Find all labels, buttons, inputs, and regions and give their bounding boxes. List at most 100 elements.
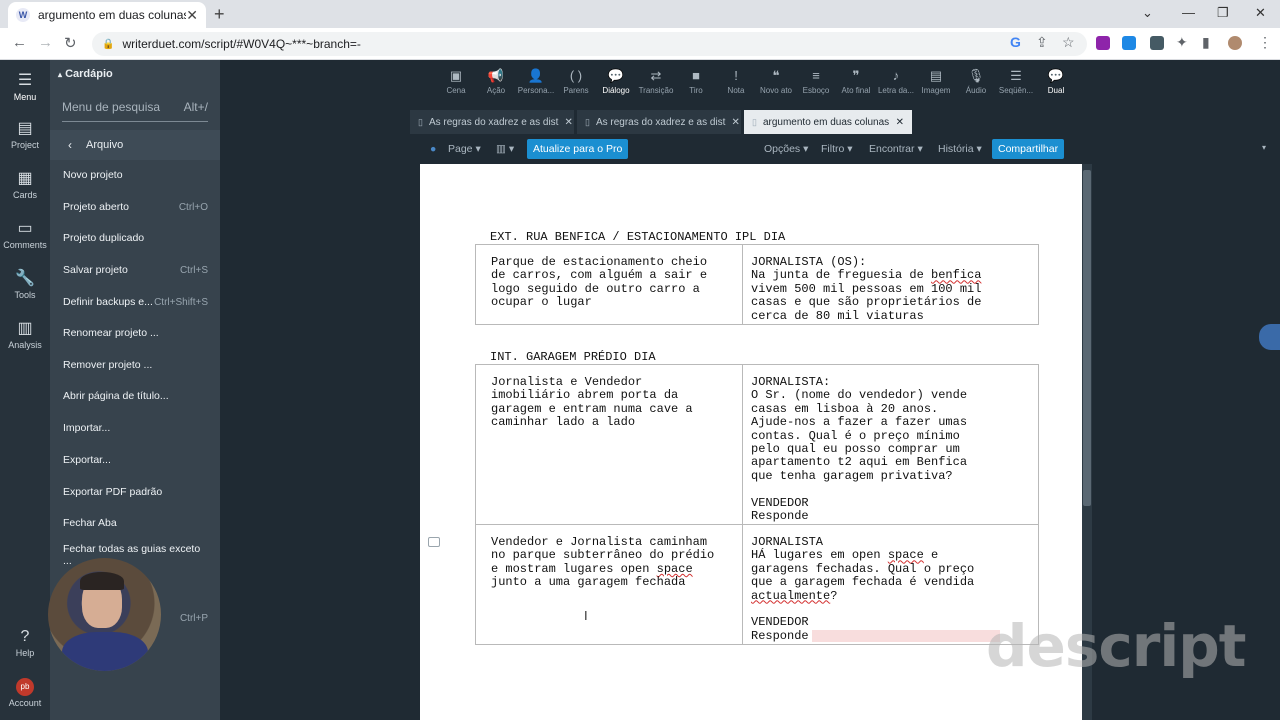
doc-tab[interactable]: ▯ As regras do xadrez e as dist ✕ [410,110,574,134]
upgrade-pro-button[interactable]: Atualize para o Pro [527,139,629,159]
presenter-hair [80,572,124,590]
rail-label: Analysis [8,340,42,350]
extension-icon[interactable] [1150,36,1164,50]
menu-item-label: Salvar projeto [63,264,128,276]
more-icon[interactable]: ⋮ [1258,34,1272,51]
menu-item[interactable]: Renomear projeto ... [50,319,220,347]
microphone-icon: 🎙 [967,68,985,83]
find-menu[interactable]: Encontrar ▾ [869,143,923,155]
forward-icon[interactable]: → [38,34,53,51]
rail-help[interactable]: ? Help [0,628,50,658]
menu-item[interactable]: Exportar... [50,446,220,474]
wrench-icon: 🔧 [15,270,35,287]
menu-item[interactable]: Novo projeto [50,161,220,189]
toolbar-imagem[interactable]: ▤ Imagem [916,68,956,95]
toolbar-cena[interactable]: ▣ Cena [436,68,476,95]
dialogue-cell[interactable]: JORNALISTA: O Sr. (nome do vendedor) ven… [742,364,1039,525]
columns-dropdown[interactable]: ▥ ▾ [496,143,514,155]
google-translate-icon[interactable]: G [1010,34,1021,50]
menu-header[interactable]: ▴ Cardápio [58,68,113,80]
history-menu[interactable]: História ▾ [938,143,982,155]
rail-cards[interactable]: ▦ Cards [0,168,50,200]
action-text: junto a uma garagem fechada [491,575,686,590]
action-cell[interactable]: Vendedor e Jornalista caminham no parque… [475,524,743,645]
toolbar-sequencia[interactable]: ☰ Seqüên... [996,68,1036,95]
extension-icon[interactable] [1122,36,1136,50]
browser-tab[interactable]: W argumento em duas colunas ✕ [8,2,206,28]
toolbar-esboco[interactable]: ≡ Esboço [796,68,836,95]
doc-tab[interactable]: ▯ As regras do xadrez e as dist ✕ [577,110,741,134]
toolbar-acao[interactable]: 📢 Ação [476,68,516,95]
extension-icon[interactable] [1096,36,1110,50]
share-icon[interactable]: ⇪ [1036,34,1048,51]
menu-search-input[interactable]: Menu de pesquisa Alt+/ [62,100,208,122]
close-tab-icon[interactable]: ✕ [186,7,198,24]
back-icon[interactable]: ← [12,34,27,51]
close-icon[interactable]: ✕ [558,117,572,128]
filter-menu[interactable]: Filtro ▾ [821,143,853,155]
side-tab-icon[interactable] [1259,324,1280,350]
descript-watermark: descript [986,612,1246,680]
rail-account[interactable]: pb Account [0,678,50,708]
collapse-icon[interactable]: ▾ [1262,143,1266,152]
search-placeholder: Menu de pesquisa [62,100,161,114]
rail-tools[interactable]: 🔧 Tools [0,268,50,300]
toolbar-dual[interactable]: 💬 Dual [1036,68,1076,95]
menu-item[interactable]: Projeto aberto Ctrl+O [50,193,220,221]
toolbar-ato-final[interactable]: ❞ Ato final [836,68,876,95]
menu-item[interactable]: Projeto duplicado [50,224,220,252]
rail-project[interactable]: ▤ Project [0,118,50,150]
toolbar-novo-ato[interactable]: ❝ Novo ato [756,68,796,95]
toolbar-letra[interactable]: ♪ Letra da... [876,68,916,95]
comment-marker-icon[interactable] [428,537,440,547]
toolbar-parens[interactable]: ( ) Parens [556,68,596,95]
options-menu[interactable]: Opções ▾ [764,143,808,155]
scene-heading[interactable]: INT. GARAGEM PRÉDIO DIA [490,350,656,364]
toolbar-label: Áudio [965,86,987,95]
close-icon[interactable]: ✕ [725,117,739,128]
toolbar-dialogo[interactable]: 💬 Diálogo [596,68,636,95]
menu-item-label: Novo projeto [63,169,123,181]
toolbar-nota[interactable]: ! Nota [716,68,756,95]
action-cell[interactable]: Jornalista e Vendedor imobiliário abrem … [475,364,743,525]
scrollbar-thumb[interactable] [1083,170,1091,506]
close-window-icon[interactable]: ✕ [1255,5,1266,21]
menu-item[interactable]: Remover projeto ... [50,351,220,379]
dialogue-cell[interactable]: JORNALISTA (OS): Na junta de freguesia d… [742,244,1039,325]
address-bar[interactable]: 🔒 writerduet.com/script/#W0V4Q~***~branc… [92,32,1087,56]
toolbar-label: Nota [727,86,745,95]
rail-comments[interactable]: ▭ Comments [0,218,50,250]
reload-icon[interactable]: ↻ [64,34,77,52]
rail-analysis[interactable]: ▥ Analysis [0,318,50,350]
submenu-back[interactable]: ‹ Arquivo [50,130,220,160]
toolbar-tiro[interactable]: ■ Tiro [676,68,716,95]
toolbar-personagem[interactable]: 👤 Persona... [516,68,556,95]
menu-item[interactable]: Importar... [50,414,220,442]
transition-icon: ⇄ [650,68,662,83]
rail-label: Account [8,698,42,708]
scene-heading[interactable]: EXT. RUA BENFICA / ESTACIONAMENTO IPL DI… [490,230,785,244]
doc-tab-active[interactable]: ▯ argumento em duas colunas ✕ [744,110,912,134]
profile-avatar-icon[interactable] [1228,36,1242,50]
menu-item[interactable]: Exportar PDF padrão [50,478,220,506]
minimize-icon[interactable]: — [1182,5,1195,20]
menu-item[interactable]: Abrir página de título... [50,382,220,410]
menu-item[interactable]: Definir backups e... Ctrl+Shift+S [50,288,220,316]
close-icon[interactable]: ✕ [890,117,904,128]
bookmark-star-icon[interactable]: ☆ [1062,34,1075,51]
menu-item[interactable]: Salvar projeto Ctrl+S [50,256,220,284]
maximize-icon[interactable]: ❐ [1217,5,1229,21]
menu-item[interactable]: Fechar Aba [50,509,220,537]
toolbar-transicao[interactable]: ⇄ Transição [636,68,676,95]
side-panel-icon[interactable]: ▮ [1202,34,1210,51]
toolbar-label: Novo ato [759,86,793,95]
rail-menu[interactable]: ☰ Menu [0,70,50,102]
toolbar-audio[interactable]: 🎙 Áudio [956,68,996,95]
page-dropdown[interactable]: Page ▾ [448,143,481,155]
cards-icon: ▦ [17,170,33,187]
action-cell[interactable]: Parque de estacionamento cheio de carros… [475,244,743,325]
new-tab-icon[interactable]: + [214,4,225,25]
puzzle-icon[interactable]: ✦ [1176,34,1188,51]
share-button[interactable]: Compartilhar [992,139,1065,159]
tab-search-icon[interactable]: ⌄ [1142,5,1153,21]
